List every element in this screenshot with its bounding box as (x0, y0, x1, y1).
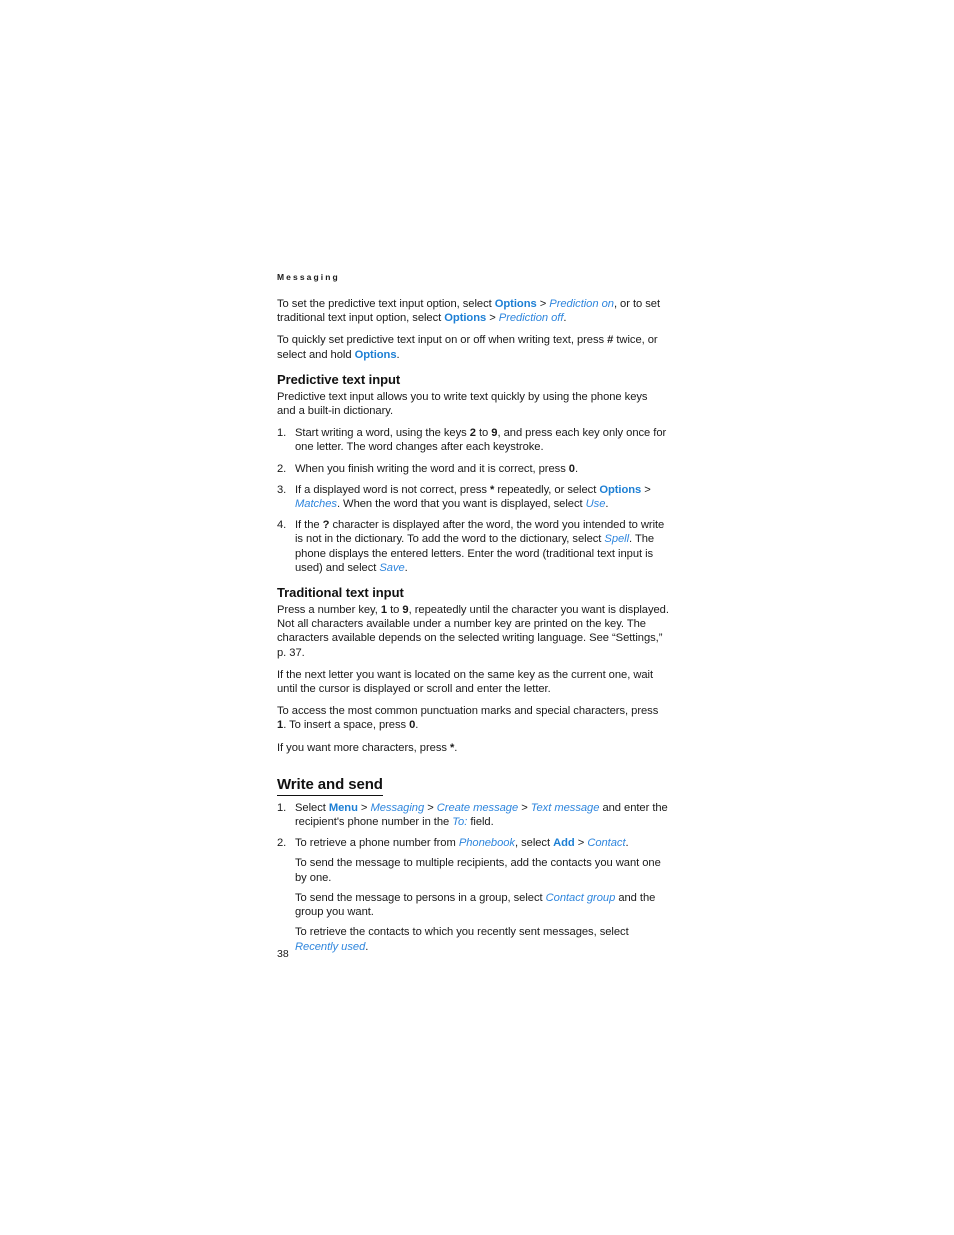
step4-text1: If the (295, 519, 323, 532)
trad-p3-text1: To access the most common punctuation ma… (277, 705, 659, 718)
step-number: 2. (277, 837, 287, 850)
link-messaging[interactable]: Messaging (370, 802, 424, 814)
intro-paragraph-1: To set the predictive text input option,… (277, 297, 669, 325)
predictive-steps-list: 1. Start writing a word, using the keys 2… (277, 426, 669, 575)
traditional-paragraph-2: If the next letter you want is located o… (277, 668, 654, 696)
predictive-intro: Predictive text input allows you to writ… (277, 390, 648, 418)
link-text-message[interactable]: Text message (531, 802, 600, 814)
traditional-paragraph-3: To access the most common punctuation ma… (277, 704, 669, 732)
list-item: 2. To retrieve a phone number from Phone… (277, 836, 669, 953)
link-matches[interactable]: Matches (295, 498, 337, 510)
ws-step2-text3: . (625, 837, 629, 850)
link-phonebook[interactable]: Phonebook (459, 837, 515, 849)
step-number: 1. (277, 427, 287, 440)
intro-p2-text1: To quickly set predictive text input on … (277, 334, 608, 347)
trad-p4-text2: . (454, 741, 458, 754)
separator-4: > (357, 801, 371, 814)
link-spell[interactable]: Spell (604, 533, 629, 545)
link-options-3[interactable]: Options (355, 349, 397, 361)
list-item: 2. When you finish writing the word and i… (277, 462, 669, 476)
separator-5: > (424, 801, 437, 814)
separator-2: > (486, 312, 499, 325)
separator-6: > (518, 801, 531, 814)
step2-text1: When you finish writing the word and it … (295, 462, 569, 475)
link-menu[interactable]: Menu (329, 802, 358, 814)
intro-p1-text1: To set the predictive text input option,… (277, 298, 495, 310)
link-prediction-on[interactable]: Prediction on (549, 298, 614, 310)
list-item: 4. If the ? character is displayed after … (277, 518, 669, 575)
link-contact-group[interactable]: Contact group (546, 892, 616, 904)
step-number: 4. (277, 519, 287, 532)
ws-step2-sub3: To retrieve the contacts to which you re… (295, 925, 669, 953)
separator-7: > (574, 837, 588, 850)
step3-text4: . (605, 498, 609, 511)
link-to-field[interactable]: To: (452, 816, 467, 828)
step3-text3: . When the word that you want is display… (336, 498, 586, 511)
ws-sub3-text1: To retrieve the contacts to which you re… (295, 926, 629, 939)
write-and-send-heading-wrap: Write and send (277, 775, 669, 796)
link-contact[interactable]: Contact (587, 837, 625, 849)
ws-step2-main: To retrieve a phone number from Phoneboo… (295, 836, 669, 850)
separator-3: > (641, 483, 651, 496)
step3-text2: repeatedly, or select (494, 483, 600, 496)
step1-text2: to (475, 427, 492, 440)
link-use[interactable]: Use (586, 498, 606, 510)
link-save[interactable]: Save (379, 562, 404, 574)
list-item: 1. Start writing a word, using the keys 2… (277, 426, 669, 454)
link-options-4[interactable]: Options (599, 484, 641, 496)
ws-step1-text1: Select (295, 801, 329, 814)
write-and-send-steps-list: 1. Select Menu > Messaging > Create messa… (277, 801, 669, 954)
step2-text2: . (574, 462, 579, 475)
list-item: 3. If a displayed word is not correct, pr… (277, 483, 669, 511)
page-number: 38 (277, 948, 289, 960)
ws-sub3-text2: . (365, 940, 369, 953)
step-number: 1. (277, 801, 287, 814)
link-add[interactable]: Add (553, 837, 575, 849)
link-recently-used[interactable]: Recently used (295, 941, 365, 953)
ws-step2-text2: , select (514, 837, 554, 850)
ws-step2-text1: To retrieve a phone number from (295, 837, 459, 850)
separator-1: > (536, 298, 550, 310)
heading-write-and-send: Write and send (277, 775, 383, 796)
heading-predictive-text-input: Predictive text input (277, 371, 401, 387)
ws-step2-sub2: To send the message to persons in a grou… (295, 891, 669, 919)
ws-sub2-text1: To send the message to persons in a grou… (295, 891, 546, 904)
trad-p3-text3: . (415, 719, 419, 732)
link-options-1[interactable]: Options (495, 298, 537, 310)
trad-p1-text1: Press a number key, (277, 604, 381, 617)
trad-p1-text2: to (387, 604, 403, 617)
link-create-message[interactable]: Create message (437, 802, 518, 814)
traditional-paragraph-1: Press a number key, 1 to 9, repeatedly u… (277, 603, 669, 660)
ws-step1-text3: field. (467, 816, 494, 829)
step-number: 3. (277, 483, 287, 496)
step-number: 2. (277, 462, 287, 475)
trad-p3-text2: . To insert a space, press (283, 719, 410, 732)
link-options-2[interactable]: Options (444, 312, 486, 324)
running-header: Messaging (277, 272, 340, 282)
step3-text1: If a displayed word is not correct, pres… (295, 483, 491, 496)
step1-text1: Start writing a word, using the keys (295, 427, 470, 440)
link-prediction-off[interactable]: Prediction off (499, 312, 564, 324)
intro-p1-text3: . (563, 312, 567, 325)
page-content: Messaging To set the predictive text inp… (277, 272, 669, 961)
heading-traditional-text-input: Traditional text input (277, 585, 404, 601)
traditional-paragraph-4: If you want more characters, press *. (277, 741, 669, 755)
ws-step2-sub1: To send the message to multiple recipien… (295, 857, 661, 884)
trad-p4-text1: If you want more characters, press (277, 741, 450, 754)
list-item: 1. Select Menu > Messaging > Create messa… (277, 801, 669, 829)
step4-text4: . (404, 561, 408, 574)
intro-p2-text3: . (396, 348, 400, 361)
intro-paragraph-2: To quickly set predictive text input on … (277, 333, 669, 361)
